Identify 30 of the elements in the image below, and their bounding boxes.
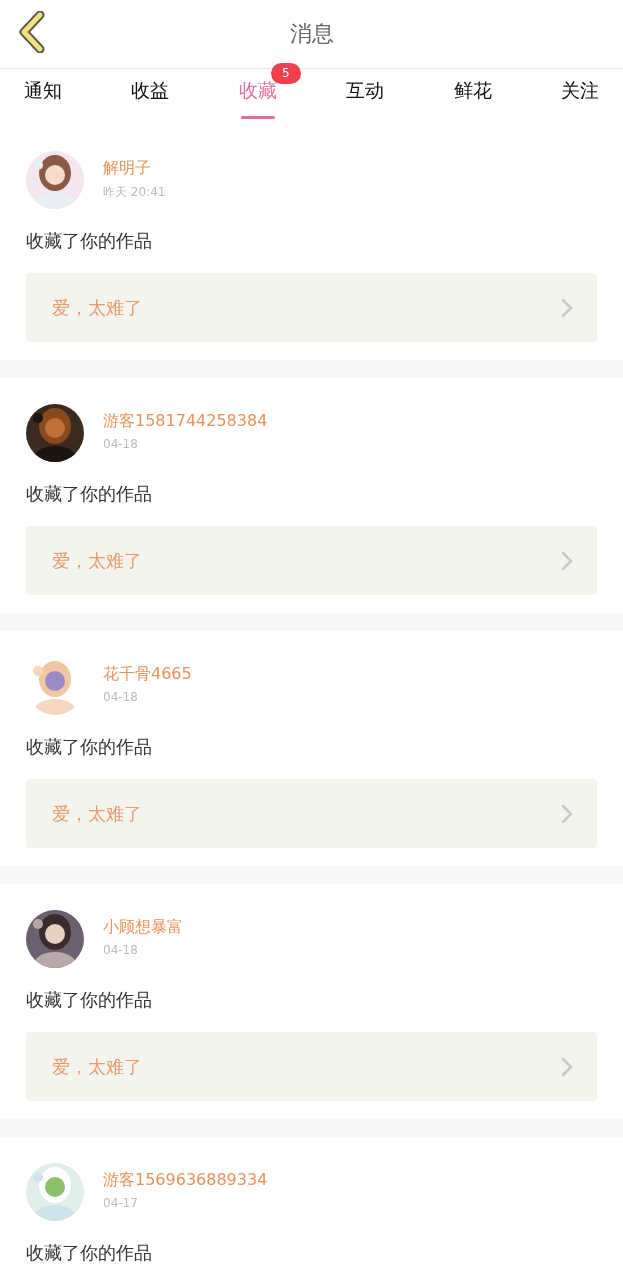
- page-title: 消息: [289, 20, 334, 48]
- tab[interactable]: 收益: [131, 69, 170, 125]
- work-link[interactable]: 爱，太难了: [26, 1032, 597, 1101]
- user-name[interactable]: 游客1569636889334: [103, 1170, 268, 1191]
- user-name[interactable]: 解明子: [103, 158, 166, 179]
- message-text: 收藏了你的作品: [26, 735, 153, 759]
- timestamp: 昨天 20:41: [103, 184, 166, 201]
- user-name[interactable]: 小顾想暴富: [103, 917, 183, 938]
- message-text: 收藏了你的作品: [26, 1241, 153, 1265]
- tab-underline: [240, 116, 275, 119]
- chevron-icon: [561, 550, 573, 571]
- timestamp: 04-18: [103, 437, 139, 451]
- message-text: 收藏了你的作品: [26, 229, 153, 253]
- work-link[interactable]: 爱，太难了: [26, 526, 597, 595]
- tab[interactable]: 通知: [24, 69, 62, 125]
- work-link[interactable]: 爱，太难了: [26, 273, 597, 342]
- message-text: 收藏了你的作品: [26, 482, 153, 506]
- tab[interactable]: 互动: [346, 69, 385, 125]
- user-name[interactable]: 花千骨4665: [103, 664, 192, 685]
- timestamp: 04-18: [103, 943, 139, 957]
- tab[interactable]: 鲜花: [453, 69, 492, 125]
- tab[interactable]: 关注: [560, 69, 599, 125]
- timestamp: 04-18: [103, 690, 139, 704]
- chevron-icon: [561, 297, 573, 318]
- chevron-icon: [561, 1056, 573, 1077]
- work-link[interactable]: 爱，太难了: [26, 779, 597, 848]
- message-text: 收藏了你的作品: [26, 988, 153, 1012]
- timestamp: 04-17: [103, 1196, 139, 1210]
- user-name[interactable]: 游客1581744258384: [103, 411, 268, 432]
- chevron-icon: [561, 803, 573, 824]
